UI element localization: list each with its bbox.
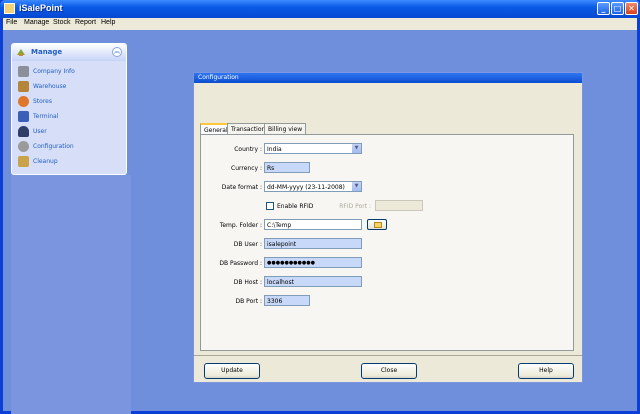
task-item-stores[interactable]: Stores: [18, 95, 122, 109]
chevron-down-icon: ▼: [352, 182, 361, 191]
task-item-label: Stores: [33, 98, 52, 105]
configuration-icon: [18, 141, 29, 152]
db-port-field[interactable]: 3306: [264, 295, 310, 306]
task-panel-title: Manage: [31, 48, 63, 56]
stores-icon: [18, 96, 29, 107]
task-item-warehouse[interactable]: Warehouse: [18, 80, 122, 94]
enable-rfid-label: Enable RFID: [277, 203, 314, 210]
task-item-company-info[interactable]: Company Info: [18, 65, 122, 79]
menu-bar: File Manage Stock Report Help: [3, 18, 637, 30]
tab-billing-view[interactable]: Billing view: [264, 123, 307, 134]
date-format-label: Date format :: [221, 184, 262, 191]
country-label: Country :: [234, 146, 262, 153]
task-item-cleanup[interactable]: Cleanup: [18, 155, 122, 169]
update-button[interactable]: Update: [204, 363, 260, 379]
app-window: iSalePoint _ □ ✕ File Manage Stock Repor…: [0, 0, 640, 414]
menu-stock[interactable]: Stock: [53, 19, 71, 26]
temp-folder-field[interactable]: C:\Temp: [264, 219, 362, 230]
currency-field[interactable]: Rs: [264, 162, 310, 173]
menu-help[interactable]: Help: [101, 19, 115, 26]
close-button[interactable]: Close: [361, 363, 417, 379]
close-window-button[interactable]: ✕: [625, 2, 638, 15]
client-area: Manage ︽ Company Info Warehouse Stores T…: [3, 30, 637, 414]
db-host-field[interactable]: localhost: [264, 276, 362, 287]
date-format-value: dd-MM-yyyy (23-11-2008): [267, 184, 345, 191]
minimize-button[interactable]: _: [597, 2, 610, 15]
task-item-terminal[interactable]: Terminal: [18, 110, 122, 124]
task-item-configuration[interactable]: Configuration: [18, 140, 122, 154]
task-item-label: Company Info: [33, 68, 75, 75]
warehouse-icon: [18, 81, 29, 92]
db-user-field[interactable]: isalepoint: [264, 238, 362, 249]
chevron-down-icon: ▼: [352, 144, 361, 153]
db-port-label: DB Port :: [235, 298, 262, 305]
folder-icon: [374, 222, 382, 228]
tab-transaction[interactable]: Transaction: [227, 123, 270, 134]
divider: [194, 355, 582, 356]
db-password-field[interactable]: ●●●●●●●●●●●: [264, 257, 362, 268]
country-select[interactable]: India ▼: [264, 143, 362, 154]
task-item-user[interactable]: User: [18, 125, 122, 139]
browse-folder-button[interactable]: [367, 219, 387, 230]
currency-label: Currency :: [231, 165, 262, 172]
temp-folder-label: Temp. Folder :: [219, 222, 262, 229]
task-pane-background: [11, 175, 131, 414]
dialog-title: Configuration: [198, 74, 239, 81]
maximize-button[interactable]: □: [611, 2, 624, 15]
manage-task-panel: Manage ︽ Company Info Warehouse Stores T…: [11, 43, 127, 175]
menu-manage[interactable]: Manage: [24, 19, 49, 26]
task-item-label: Warehouse: [33, 83, 67, 90]
cleanup-icon: [18, 156, 29, 167]
dialog-title-bar: Configuration: [194, 73, 582, 83]
user-icon: [18, 126, 29, 137]
title-bar: iSalePoint _ □ ✕: [0, 0, 640, 18]
task-panel-header[interactable]: Manage ︽: [12, 44, 126, 61]
configuration-dialog: Configuration General Transaction Billin…: [193, 72, 583, 383]
task-item-label: Cleanup: [33, 158, 58, 165]
country-value: India: [267, 146, 282, 153]
task-item-label: Terminal: [33, 113, 59, 120]
menu-report[interactable]: Report: [75, 19, 96, 26]
window-title: iSalePoint: [19, 3, 63, 13]
general-tab-panel: Country : India ▼ Currency : Rs Date for…: [200, 134, 574, 351]
manage-icon: [17, 49, 25, 56]
rfid-port-label: RFID Port :: [339, 203, 371, 210]
rfid-port-field[interactable]: [375, 200, 423, 211]
collapse-icon[interactable]: ︽: [112, 47, 122, 57]
terminal-icon: [18, 111, 29, 122]
date-format-select[interactable]: dd-MM-yyyy (23-11-2008) ▼: [264, 181, 362, 192]
db-password-label: DB Password :: [219, 260, 262, 267]
db-user-label: DB User :: [233, 241, 262, 248]
help-button[interactable]: Help: [518, 363, 574, 379]
enable-rfid-checkbox[interactable]: [266, 202, 274, 210]
db-host-label: DB Host :: [233, 279, 262, 286]
task-item-label: Configuration: [33, 143, 74, 150]
app-icon: [4, 3, 15, 14]
menu-file[interactable]: File: [6, 19, 17, 26]
company-icon: [18, 66, 29, 77]
task-item-label: User: [33, 128, 47, 135]
